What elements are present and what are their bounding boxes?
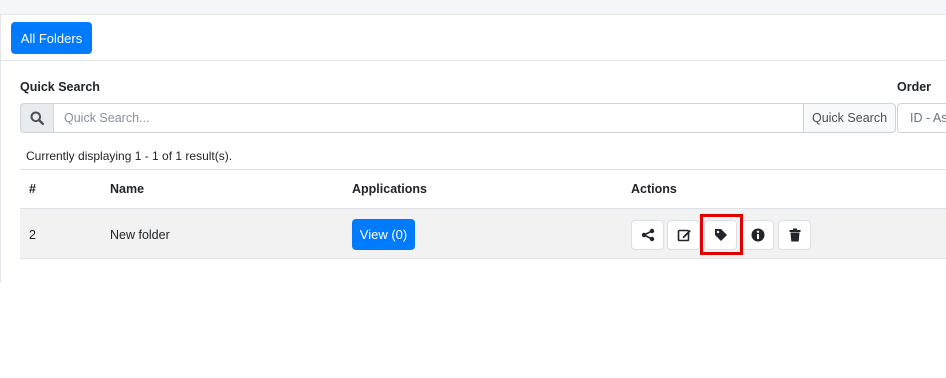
all-folders-button[interactable]: All Folders <box>11 22 92 54</box>
row-id: 2 <box>29 228 36 242</box>
edit-button[interactable] <box>667 220 700 250</box>
delete-button[interactable] <box>778 220 811 250</box>
share-icon <box>641 228 654 242</box>
row-name: New folder <box>110 228 170 242</box>
column-header-applications: Applications <box>352 182 428 196</box>
quick-search-button[interactable]: Quick Search <box>804 103 896 133</box>
table-row: 2 New folder View (0) <box>20 209 946 259</box>
order-select[interactable]: ID - Ascending <box>897 103 946 133</box>
quick-search-label: Quick Search <box>20 80 100 94</box>
column-header-name: Name <box>110 182 145 196</box>
view-applications-button[interactable]: View (0) <box>352 219 415 250</box>
order-label: Order <box>897 80 932 94</box>
card-header: All Folders <box>1 15 946 61</box>
top-strip <box>0 0 946 15</box>
edit-icon <box>677 229 691 242</box>
search-group: Quick Search <box>20 103 896 133</box>
share-button[interactable] <box>631 220 664 250</box>
column-header-id: # <box>29 182 36 196</box>
column-header-actions: Actions <box>631 182 677 196</box>
info-button[interactable] <box>741 220 774 250</box>
search-input[interactable] <box>54 103 804 133</box>
trash-icon <box>789 228 800 242</box>
tag-button-highlight <box>700 214 743 255</box>
info-icon <box>751 228 764 242</box>
search-icon <box>30 111 44 125</box>
table-header: # Name Applications Actions <box>20 169 946 209</box>
folders-table: # Name Applications Actions 2 New folder… <box>20 169 946 259</box>
result-status: Currently displaying 1 - 1 of 1 result(s… <box>26 149 233 163</box>
search-addon <box>20 103 54 133</box>
